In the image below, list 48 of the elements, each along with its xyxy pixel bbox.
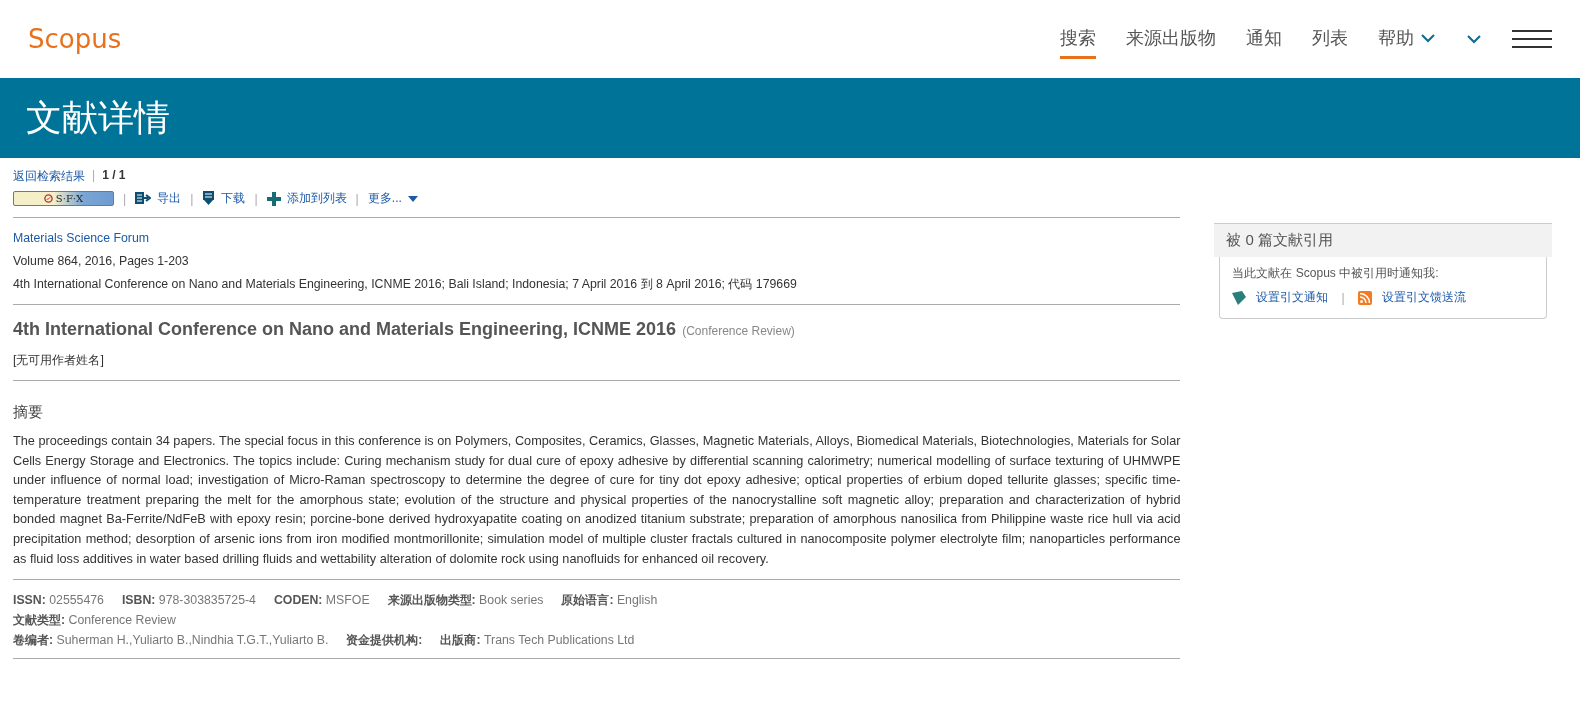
separator: | (355, 191, 359, 206)
metadata-field: 来源出版物类型: Book series (387, 590, 544, 611)
menu-icon[interactable] (1512, 29, 1552, 49)
result-position: 1 / 1 (102, 168, 126, 184)
abstract-text: The proceedings contain 34 papers. The special focus in this conference is on Polymers, Composites, Ceramics, Glasses, Magnetic Materials, Alloys, Biomedical Materials, Biotechnologies, Materials for Solar Cells Energy Storage and Electronics. The topics include: Curing mechanism study for dual cure of epoxy adhesive by differential scanning calorimetry; numerical modelling of surface texturing of UHMWPE under influence of normal load; investigation of Micro-Raman spectroscopy to determine the degree of cure for tiny dot epoxy adhesive; optical properties of erbium doped tellurite glasses; specific time-temperature treatment preparing the melt for the amorphous state; evolution of the structure and physical properties of the nanocrystalline soft magnetic alloy; preparation and characterization of hybrid bonded magnet Ba-Ferrite/NdFeB with epoxy resin; porcine-bone derived hydroxyapatite coating on anodized titanium substrate; preparation of amorphous nanosilica from Philippine waste rice hull via acid precipitation method; desorption of arsenic ions from iron modified montmorillonite; simulation model of multiple cluster fractals cultured in nanocomposite polymer electrolyte film; nanoparticles performance as fluid loss additives in water based drilling fluids and wettability alteration of dolomite rock using nanofluids for enhanced oil recovery. (13, 433, 1181, 568)
metadata-field: 原始语言: English (561, 590, 658, 611)
nav-tab[interactable]: 列表 (1312, 19, 1348, 59)
citation-link[interactable]: 设置引文通知 (1256, 289, 1329, 306)
toolbar-link[interactable]: 导出 (157, 190, 182, 207)
download-icon (202, 191, 216, 206)
document-title: 4th International Conference on Nano and Materials Engineering, ICNME 2016 (13, 319, 677, 340)
conference-info: 4th International Conference on Nano and Materials Engineering, ICNME 2016; Bali Island; Indonesia; 7 April 2016 到 8 April 2016; 代码 179669 (13, 276, 798, 292)
sfx-button[interactable]: S·F·X (13, 191, 114, 206)
rss-icon (1357, 290, 1372, 305)
nav-tab[interactable]: 帮助 (1378, 19, 1436, 59)
separator: | (254, 191, 258, 206)
caret-icon (407, 195, 418, 202)
toolbar-link[interactable]: 下载 (221, 190, 246, 207)
page-title: 文献详情 (26, 95, 170, 140)
notice-text: 当此文献在 Scopus 中被引用时通知我: (1232, 265, 1440, 282)
separator: | (190, 191, 194, 206)
plus-icon (266, 191, 281, 206)
separator: | (123, 191, 127, 206)
nav-tab[interactable]: 通知 (1246, 19, 1282, 59)
document-type: (Conference Review) (682, 324, 795, 338)
metadata-field: ISSN: 02555476 (13, 590, 104, 611)
abstract-heading: 摘要 (13, 403, 44, 422)
toolbar-link[interactable]: 添加到列表 (286, 190, 347, 207)
nav-tab[interactable]: 搜索 (1060, 19, 1096, 59)
toolbar-link[interactable]: 更多... (367, 190, 402, 207)
sfx-logo-icon (43, 194, 53, 203)
metadata-field: CODEN: MSFOE (273, 590, 370, 611)
citation-link[interactable]: 设置引文馈送流 (1381, 289, 1466, 306)
metadata-field: ISBN: 978-303835725-4 (121, 590, 256, 611)
metadata-field: 出版商: Trans Tech Publications Ltd (440, 630, 635, 651)
metadata-field: 卷编者: Suherman H.,Yuliarto B.,Nindhia T.G.T.,Yuliarto B. (13, 630, 329, 651)
export-icon (135, 192, 152, 205)
source-title-link[interactable]: Materials Science Forum (13, 230, 1181, 246)
authors: [无可用作者姓名] (13, 352, 105, 368)
metadata-field: 资金提供机构: (346, 630, 423, 651)
separator: | (92, 168, 96, 184)
nav-tab[interactable]: 来源出版物 (1126, 19, 1216, 59)
volume-info: Volume 864, 2016, Pages 1-203 (13, 253, 190, 269)
separator: | (1341, 290, 1345, 305)
citations-header: 被 0 篇文献引用 (1214, 223, 1552, 257)
back-to-results-link[interactable]: 返回检索结果 (13, 168, 85, 185)
chevron-down-icon[interactable] (1466, 34, 1482, 44)
metadata-field: 文献类型: Conference Review (13, 610, 176, 631)
